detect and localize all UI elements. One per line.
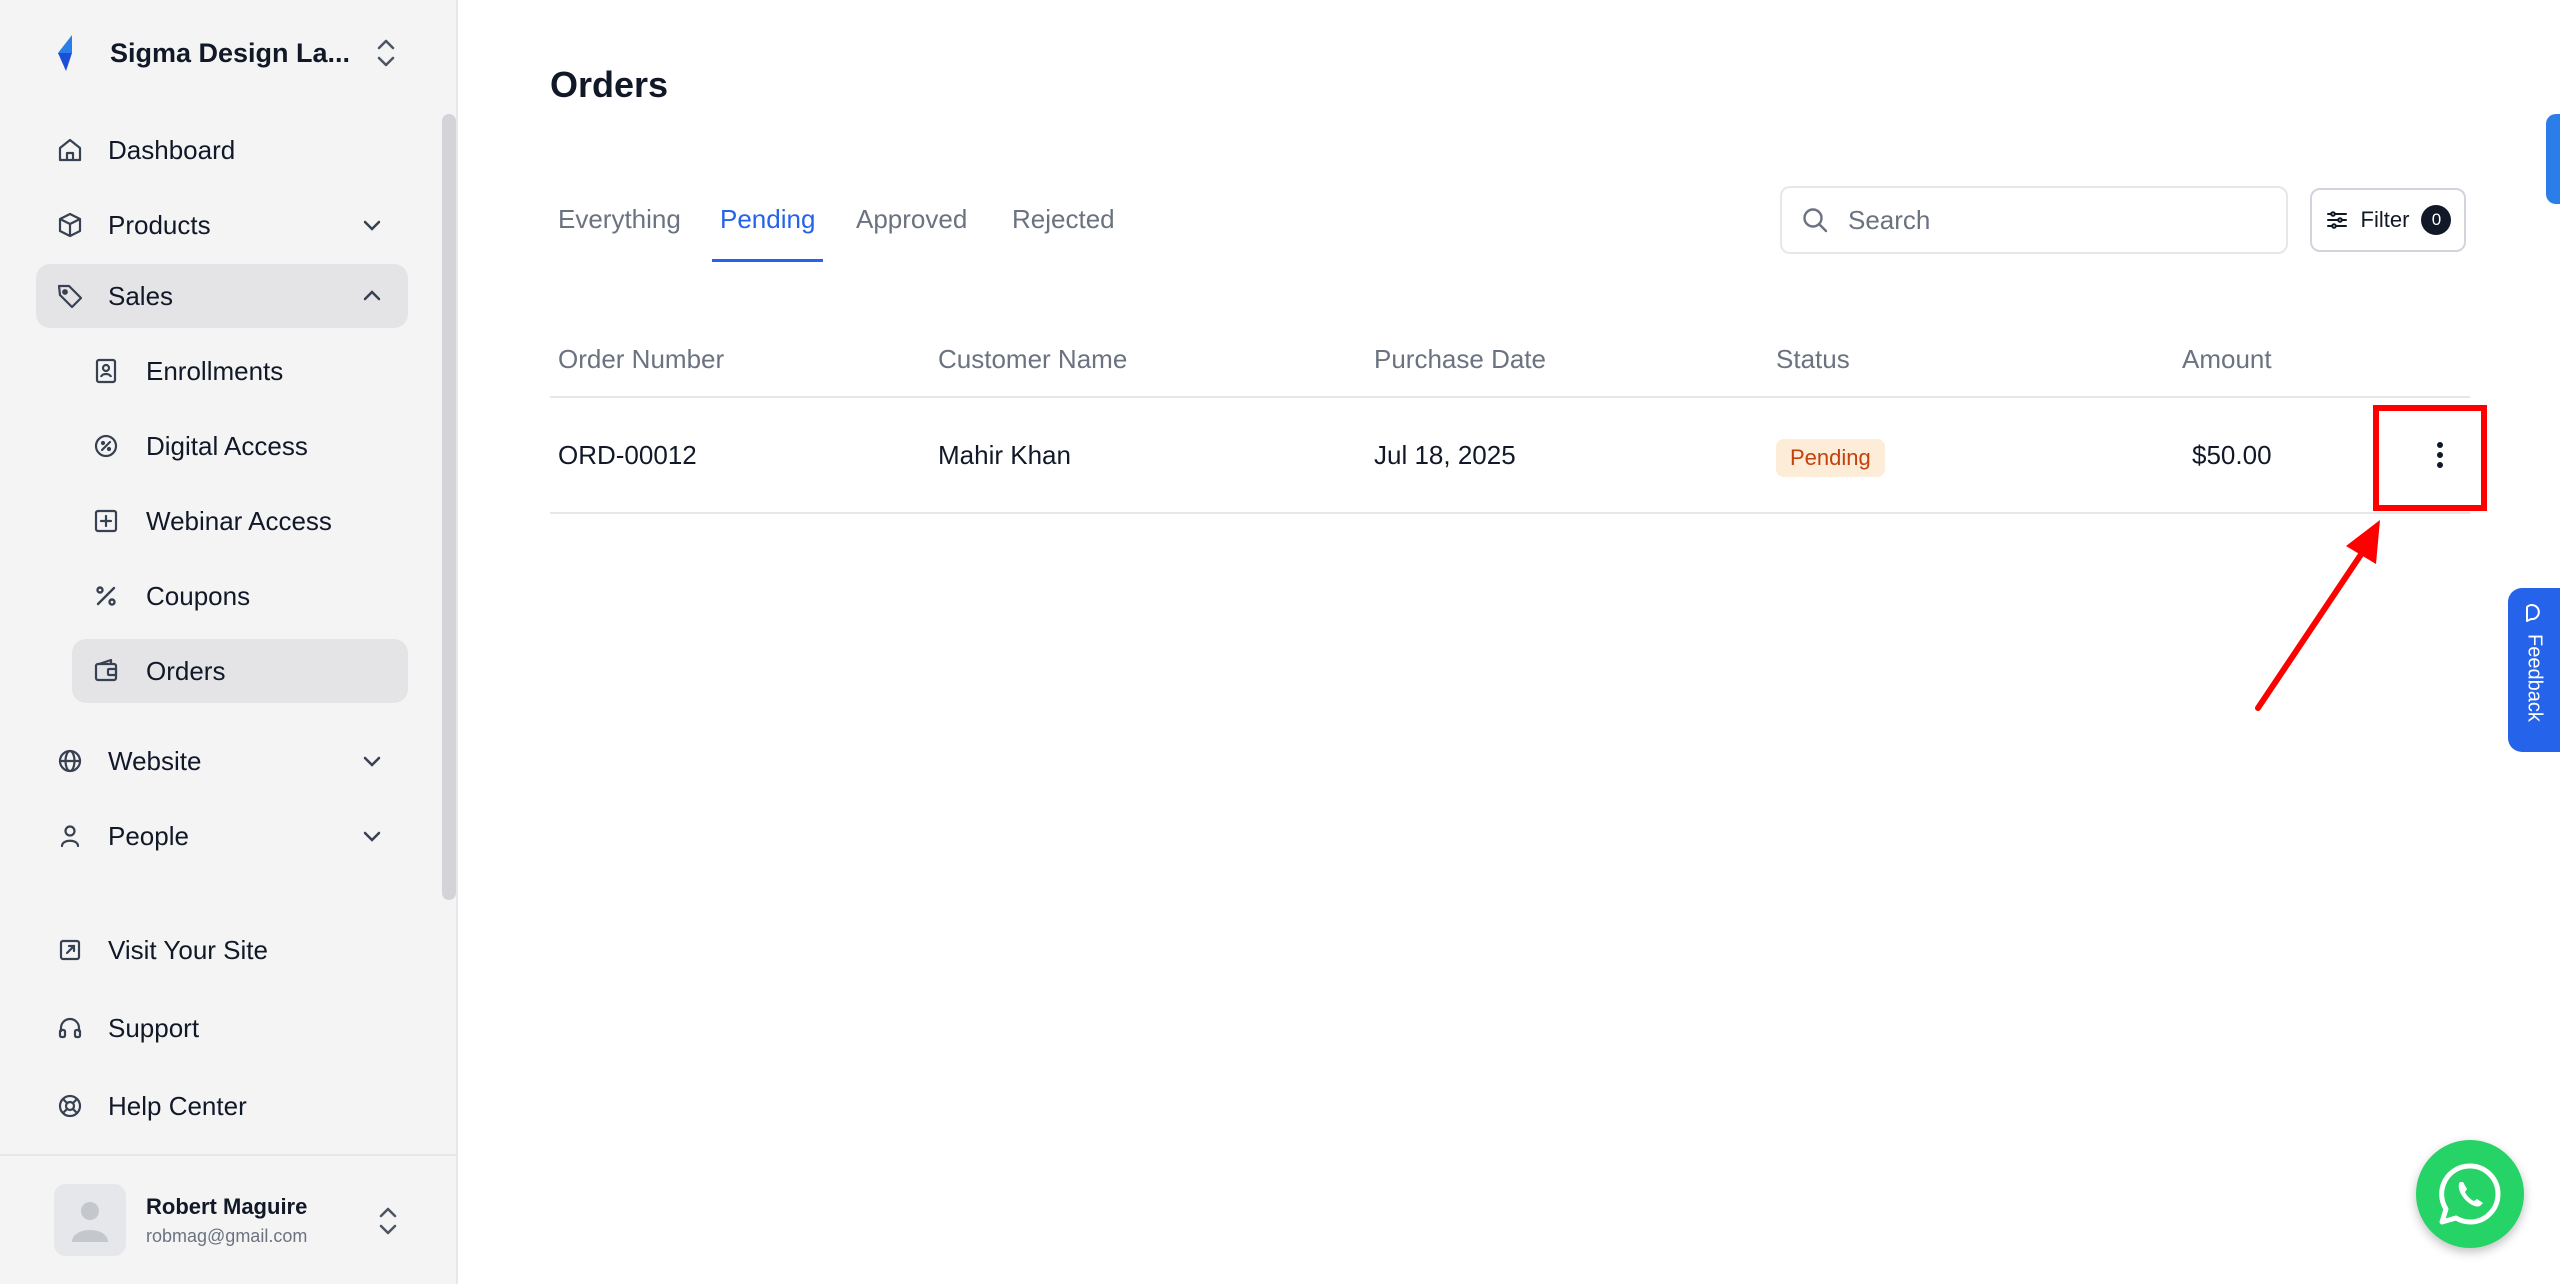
- annotation-highlight-box: [2373, 405, 2487, 511]
- visit-site-link[interactable]: Visit Your Site: [36, 918, 408, 982]
- whatsapp-button[interactable]: [2416, 1140, 2524, 1248]
- filter-button[interactable]: Filter 0: [2310, 188, 2466, 252]
- contact-book-icon: [95, 358, 117, 384]
- sidebar-subitem-enrollments[interactable]: Enrollments: [72, 339, 408, 403]
- sidebar-subitem-coupons[interactable]: Coupons: [72, 564, 408, 628]
- support-link[interactable]: Support: [36, 996, 408, 1060]
- filter-label: Filter: [2360, 207, 2410, 232]
- sidebar-subitem-digital-access[interactable]: Digital Access: [72, 414, 408, 478]
- sidebar-item-products[interactable]: Products: [36, 193, 408, 257]
- gauge-icon: [94, 434, 118, 458]
- column-header-status[interactable]: Status: [1776, 344, 1850, 375]
- avatar: [54, 1184, 126, 1256]
- box-icon: [58, 212, 82, 238]
- help-center-link[interactable]: Help Center: [36, 1074, 408, 1138]
- tab-approved[interactable]: Approved: [848, 188, 975, 262]
- chevron-up-down-icon: [379, 1207, 397, 1235]
- feedback-tab[interactable]: Feedback: [2508, 588, 2560, 752]
- page-title: Orders: [550, 64, 669, 105]
- sliders-icon: [2326, 211, 2347, 229]
- search-icon: [1803, 208, 1828, 233]
- sidebar-item-dashboard[interactable]: Dashboard: [36, 118, 408, 182]
- table-row[interactable]: ORD-00012 Mahir Khan Jul 18, 2025 Pendin…: [550, 398, 2470, 514]
- sidebar-item-label: Coupons: [146, 580, 251, 611]
- feedback-label: Feedback: [2523, 634, 2546, 722]
- sidebar-nav: Dashboard Products Sales Enrollments Dig…: [0, 118, 456, 908]
- chat-bubble-icon: [2526, 604, 2540, 622]
- status-badge: Pending: [1776, 439, 1885, 477]
- user-email: robmag@gmail.com: [146, 1225, 308, 1246]
- bottom-link-label: Help Center: [108, 1090, 247, 1121]
- sidebar-item-website[interactable]: Website: [36, 729, 408, 793]
- edge-panel-tab[interactable]: [2546, 114, 2560, 204]
- external-link-icon: [59, 939, 81, 961]
- user-info: Robert Maguire robmag@gmail.com: [146, 1194, 307, 1247]
- column-header-customer-name[interactable]: Customer Name: [938, 344, 1127, 375]
- bottom-link-label: Visit Your Site: [108, 934, 268, 965]
- sidebar-item-sales[interactable]: Sales: [36, 264, 408, 328]
- column-header-order-number[interactable]: Order Number: [558, 344, 724, 375]
- plus-square-icon: [94, 509, 118, 533]
- brand-logo-icon: [58, 35, 72, 71]
- sidebar-item-label: Products: [108, 209, 211, 240]
- tab-rejected[interactable]: Rejected: [1004, 188, 1123, 262]
- chevron-down-icon: [363, 831, 381, 842]
- annotation-arrow-icon: [2255, 520, 2380, 711]
- chevron-up-icon: [363, 290, 381, 301]
- filter-count-badge: 0: [2421, 205, 2452, 235]
- tab-pending[interactable]: Pending: [712, 188, 824, 262]
- avatar-placeholder-icon: [72, 1202, 108, 1242]
- orders-table-header: Order Number Customer Name Purchase Date…: [550, 330, 2470, 398]
- search-box: [1780, 186, 2288, 254]
- chevron-up-down-icon: [377, 39, 395, 67]
- order-number-cell[interactable]: ORD-00012: [558, 440, 697, 471]
- home-icon: [58, 138, 82, 162]
- sidebar-item-label: People: [108, 820, 189, 851]
- sidebar-item-people[interactable]: People: [36, 804, 408, 868]
- sidebar-subitem-webinar-access[interactable]: Webinar Access: [72, 489, 408, 553]
- whatsapp-icon: [2439, 1163, 2501, 1225]
- globe-icon: [58, 749, 82, 773]
- sidebar-item-label: Enrollments: [146, 355, 284, 386]
- sidebar-item-label: Orders: [146, 655, 226, 686]
- lifebuoy-icon: [58, 1094, 82, 1118]
- sidebar-item-label: Website: [108, 745, 202, 776]
- sidebar-item-label: Webinar Access: [146, 505, 332, 536]
- column-header-amount[interactable]: Amount: [2182, 344, 2272, 375]
- purchase-date-cell: Jul 18, 2025: [1374, 440, 1516, 470]
- user-name: Robert Maguire: [146, 1193, 308, 1219]
- customer-name-cell: Mahir Khan: [938, 440, 1071, 470]
- sidebar-item-label: Dashboard: [108, 134, 236, 165]
- sidebar-item-label: Digital Access: [146, 430, 308, 461]
- chevron-down-icon: [363, 220, 381, 231]
- user-icon: [60, 825, 80, 848]
- bottom-link-label: Support: [108, 1012, 200, 1043]
- sidebar-subitem-orders[interactable]: Orders: [72, 639, 408, 703]
- chevron-down-icon: [363, 756, 381, 767]
- sidebar: Sigma Design La... Dashboard Products Sa…: [0, 0, 458, 1284]
- column-header-purchase-date[interactable]: Purchase Date: [1374, 344, 1546, 375]
- wallet-icon: [94, 658, 118, 682]
- workspace-switcher[interactable]: Sigma Design La...: [0, 0, 456, 106]
- search-input[interactable]: [1848, 204, 2268, 236]
- headset-icon: [58, 1017, 82, 1039]
- percent-icon: [96, 586, 116, 606]
- user-menu[interactable]: Robert Maguire robmag@gmail.com: [0, 1154, 456, 1284]
- sidebar-item-label: Sales: [108, 280, 174, 311]
- amount-cell: $50.00: [2192, 440, 2272, 470]
- tag-icon: [57, 284, 83, 309]
- tab-everything[interactable]: Everything: [550, 188, 689, 262]
- workspace-name: Sigma Design La...: [110, 37, 351, 68]
